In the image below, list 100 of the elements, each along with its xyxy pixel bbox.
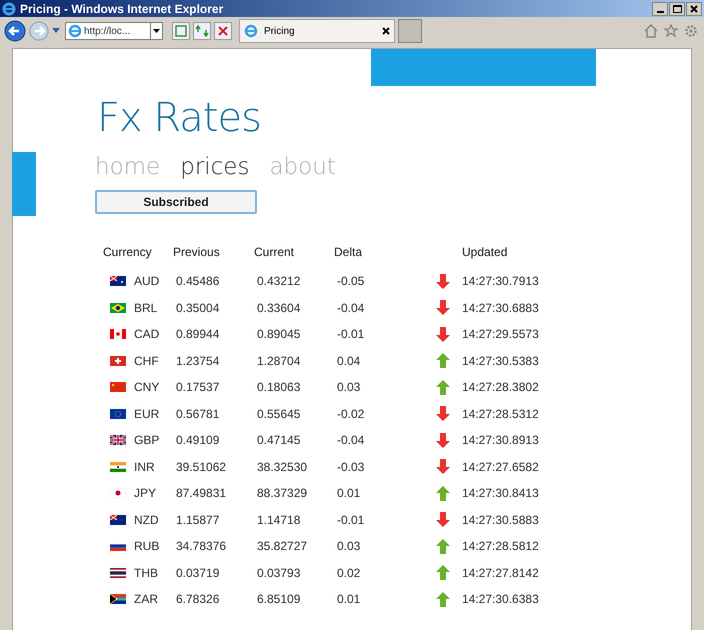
flag-icon	[110, 356, 126, 366]
column-header: Current	[254, 244, 296, 261]
current-rate: 0.03793	[256, 564, 302, 582]
currency-code: EUR	[134, 406, 160, 423]
currency-code: ZAR	[134, 591, 158, 608]
updated-time: 14:27:30.5383	[462, 352, 540, 370]
previous-rate: 87.49831	[175, 485, 228, 502]
flag-icon	[110, 435, 126, 446]
current-rate: 35.82727	[256, 538, 308, 556]
back-icon[interactable]	[4, 20, 26, 42]
browser-tab[interactable]: Pricing	[239, 19, 395, 43]
currency-code: CAD	[134, 326, 160, 344]
flag-icon	[110, 594, 126, 604]
previous-rate: 0.35004	[175, 300, 220, 317]
updated-time: 14:27:27.8142	[462, 564, 540, 582]
flag-icon	[110, 302, 126, 313]
flag-icon	[110, 408, 126, 419]
delta-value: -0.03	[336, 458, 366, 476]
flag-icon	[110, 276, 126, 286]
delta-value: 0.01	[336, 591, 362, 608]
current-rate: 88.37329	[256, 485, 308, 502]
previous-rate: 0.49109	[175, 432, 220, 450]
delta-value: -0.04	[336, 300, 366, 317]
delta-value: -0.01	[336, 326, 366, 344]
delta-value: -0.05	[336, 273, 366, 290]
previous-rate: 34.78376	[175, 538, 228, 556]
current-rate: 1.28704	[256, 352, 302, 370]
close-icon	[690, 4, 698, 12]
current-rate: 0.43212	[256, 273, 302, 290]
currency-code: THB	[134, 564, 158, 582]
new-tab-button[interactable]	[398, 19, 422, 43]
current-rate: 0.33604	[256, 300, 302, 317]
delta-value: 0.04	[336, 352, 362, 370]
delta-value: 0.03	[336, 379, 362, 396]
stop-icon[interactable]	[214, 22, 232, 40]
updated-time: 14:27:30.6883	[462, 300, 540, 317]
flag-icon	[110, 462, 126, 472]
column-header: Currency	[103, 244, 153, 261]
previous-rate: 1.23754	[175, 352, 220, 370]
current-rate: 1.14718	[256, 512, 302, 529]
close-tab-icon[interactable]	[382, 27, 390, 35]
currency-code: CHF	[134, 352, 159, 370]
flag-icon	[110, 514, 126, 525]
subscribed-button[interactable]: Subscribed	[95, 190, 257, 214]
updated-time: 14:27:30.7913	[462, 273, 540, 290]
currency-code: JPY	[134, 485, 156, 502]
currency-code: BRL	[134, 300, 158, 317]
delta-value: 0.03	[336, 538, 362, 556]
currency-code: RUB	[134, 538, 160, 556]
dropdown-icon[interactable]	[52, 28, 60, 34]
delta-value: -0.02	[336, 406, 366, 423]
delta-value: -0.01	[336, 512, 366, 529]
previous-rate: 0.17537	[175, 379, 220, 396]
delta-value: 0.01	[336, 485, 362, 502]
previous-rate: 0.03719	[175, 564, 220, 582]
maximize-button[interactable]	[669, 2, 685, 16]
updated-time: 14:27:30.6383	[462, 591, 540, 608]
page-globe-icon	[68, 24, 82, 38]
dropdown-caret-icon[interactable]	[153, 29, 160, 33]
previous-rate: 0.56781	[175, 406, 220, 423]
updated-time: 14:27:28.3802	[462, 379, 540, 396]
window-title: Pricing - Windows Internet Explorer	[20, 0, 224, 18]
previous-rate: 39.51062	[175, 458, 228, 476]
flag-icon	[110, 329, 126, 340]
flag-icon	[110, 568, 126, 578]
refresh-icon[interactable]	[193, 22, 211, 40]
updated-time: 14:27:28.5312	[462, 406, 540, 423]
delta-value: 0.02	[336, 564, 362, 582]
previous-rate: 0.89944	[175, 326, 220, 344]
settings-icon[interactable]	[684, 24, 698, 38]
updated-time: 14:27:30.8913	[462, 432, 540, 450]
flag-icon	[110, 488, 126, 498]
minimize-button[interactable]	[652, 2, 668, 16]
column-header: Updated	[462, 244, 508, 261]
column-header: Previous	[173, 244, 221, 261]
current-rate: 0.55645	[256, 406, 302, 423]
currency-code: NZD	[134, 512, 159, 529]
current-rate: 6.85109	[256, 591, 302, 608]
page-title: Fx Rates	[97, 96, 261, 140]
current-rate: 0.89045	[256, 326, 302, 344]
updated-time: 14:27:30.8413	[462, 485, 540, 502]
home-icon[interactable]	[644, 24, 658, 38]
current-rate: 0.18063	[256, 379, 302, 396]
currency-code: INR	[134, 458, 155, 476]
flag-icon	[110, 382, 126, 392]
previous-rate: 0.45486	[175, 273, 220, 290]
previous-rate: 1.15877	[175, 512, 220, 529]
currency-code: GBP	[134, 432, 160, 450]
browser-logo-icon	[2, 2, 16, 16]
current-rate: 0.47145	[256, 432, 302, 450]
nav-link[interactable]: prices	[180, 150, 250, 184]
side-accent-bar	[12, 152, 36, 216]
close-button[interactable]	[686, 2, 702, 16]
updated-time: 14:27:29.5573	[462, 326, 540, 344]
currency-code: CNY	[134, 379, 160, 396]
delta-value: -0.04	[336, 432, 366, 450]
favorites-star-icon[interactable]	[664, 24, 678, 38]
updated-time: 14:27:27.6582	[462, 458, 540, 476]
previous-rate: 6.78326	[175, 591, 220, 608]
address-field[interactable]: http://loc...	[65, 22, 163, 40]
